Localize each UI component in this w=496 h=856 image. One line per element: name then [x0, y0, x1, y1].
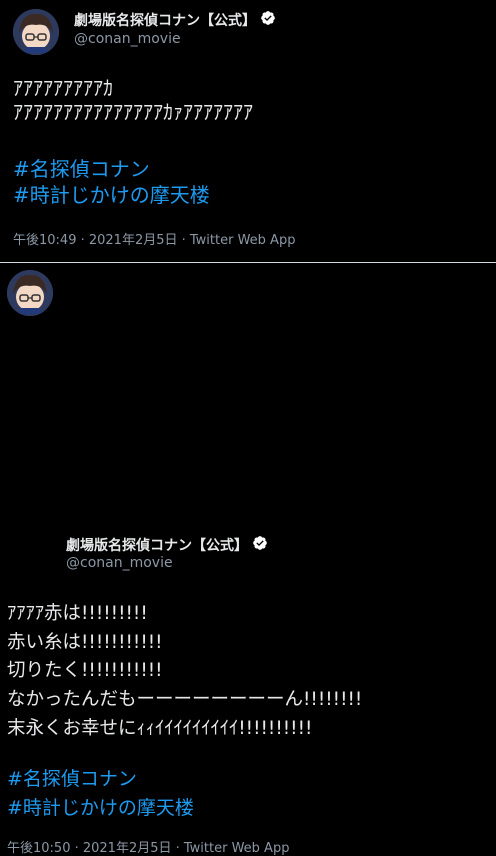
- author-name-row[interactable]: 劇場版名探偵コナン【公式】: [66, 535, 268, 555]
- verified-badge-icon: [248, 535, 268, 555]
- avatar[interactable]: [7, 270, 53, 316]
- display-name[interactable]: 劇場版名探偵コナン【公式】: [66, 535, 248, 555]
- tweet-timestamp[interactable]: 午後10:49 · 2021年2月5日 · Twitter Web App: [13, 229, 295, 248]
- author-name-row[interactable]: 劇場版名探偵コナン【公式】: [74, 10, 276, 30]
- hashtag-list: #名探偵コナン #時計じかけの摩天楼: [13, 156, 210, 208]
- hashtag-link[interactable]: #時計じかけの摩天楼: [13, 182, 210, 208]
- display-name[interactable]: 劇場版名探偵コナン【公式】: [74, 10, 256, 30]
- tweet-timestamp[interactable]: 午後10:50 · 2021年2月5日 · Twitter Web App: [7, 837, 289, 856]
- hashtag-link[interactable]: #時計じかけの摩天楼: [7, 794, 194, 823]
- tweet-text: ｱｱｱｱ赤は!!!!!!!!! 赤い糸は!!!!!!!!!!! 切りたく!!!!…: [7, 603, 363, 739]
- tweet-text: ｱｱｱｱｱｱｱｱｱｶ ｱｱｱｱｱｱｱｱｱｱｱｱｱｱｱｶｧｱｱｱｱｱｱｱ: [13, 76, 253, 125]
- hashtag-link[interactable]: #名探偵コナン: [13, 156, 210, 182]
- tweet-card[interactable]: 劇場版名探偵コナン【公式】 @conan_movie ｱｱｱｱ赤は!!!!!!!!!…: [0, 263, 496, 856]
- tweet-card[interactable]: 劇場版名探偵コナン【公式】 @conan_movie ｱｱｱｱｱｱｱｱｱｶ ｱｱｱｱ…: [0, 0, 496, 262]
- handle[interactable]: @conan_movie: [74, 31, 181, 47]
- verified-badge-icon: [256, 10, 276, 30]
- hashtag-list: #名探偵コナン #時計じかけの摩天楼: [7, 765, 194, 822]
- handle[interactable]: @conan_movie: [66, 555, 173, 571]
- hashtag-link[interactable]: #名探偵コナン: [7, 765, 194, 794]
- avatar[interactable]: [13, 9, 59, 55]
